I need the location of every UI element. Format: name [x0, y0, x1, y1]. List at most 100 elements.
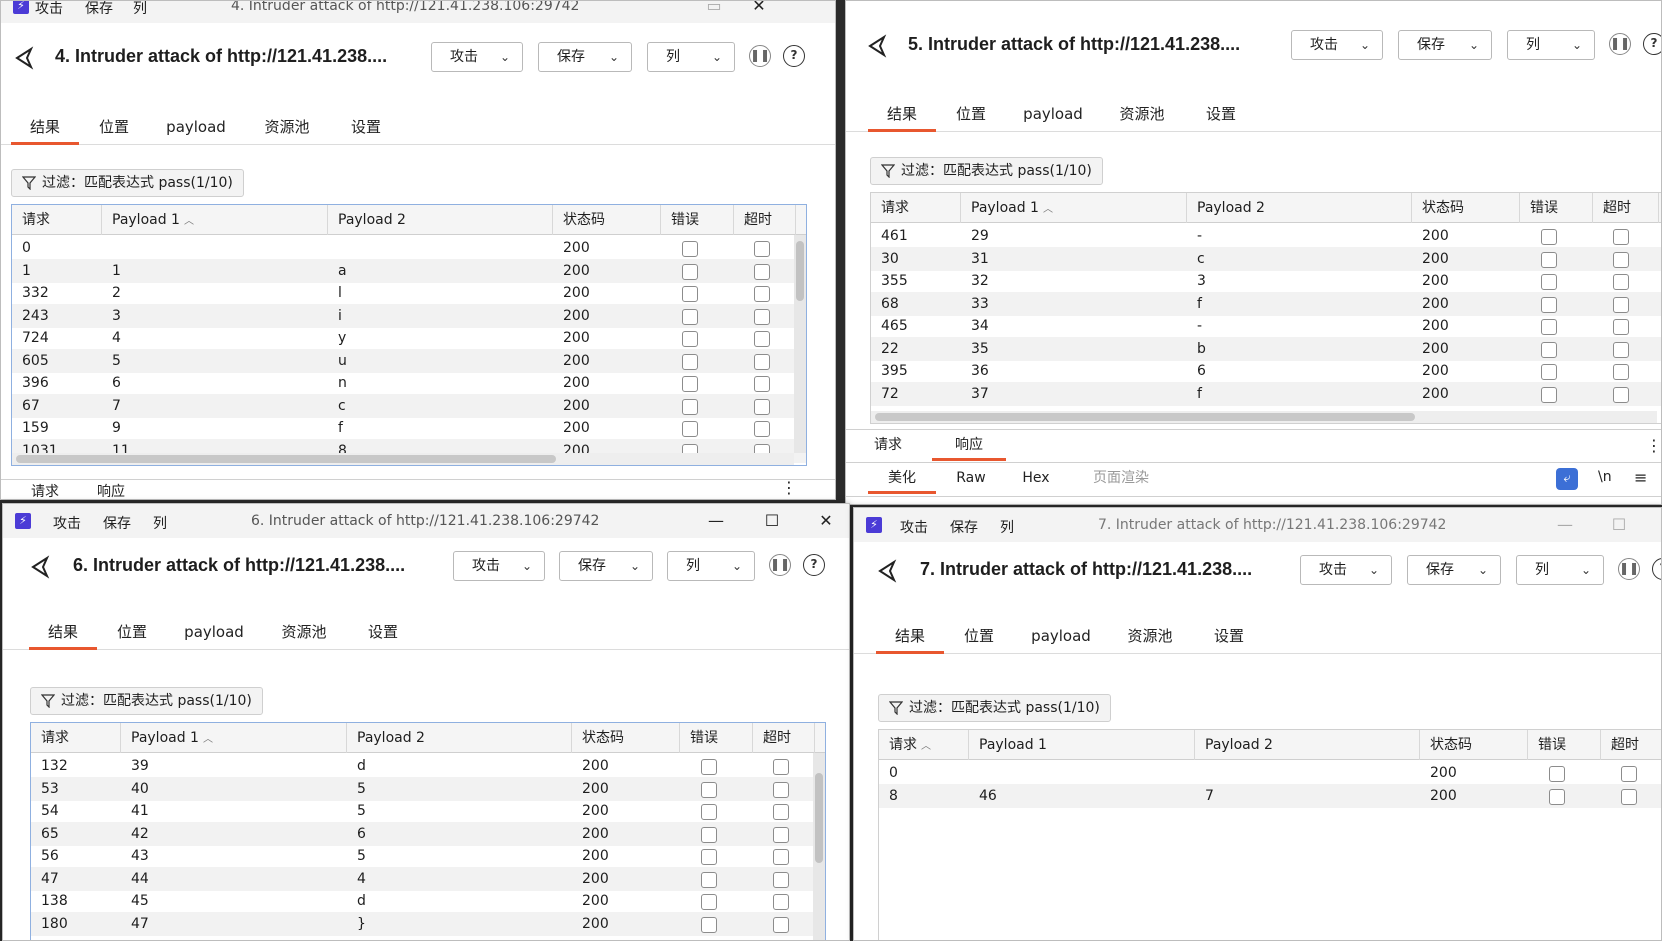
vertical-scrollbar[interactable]: [794, 235, 806, 453]
timeout-checkbox[interactable]: [773, 849, 789, 865]
error-checkbox[interactable]: [701, 916, 717, 933]
error-checkbox[interactable]: [1549, 766, 1565, 782]
timeout-checkbox[interactable]: [754, 241, 770, 257]
timeout-checkbox[interactable]: [754, 286, 770, 302]
error-checkbox[interactable]: [701, 849, 717, 865]
timeout-checkbox[interactable]: [773, 759, 789, 775]
error-checkbox[interactable]: [682, 421, 698, 437]
pause-icon[interactable]: ❚❚: [749, 45, 771, 67]
tab-resource-pool[interactable]: 资源池: [1111, 96, 1173, 132]
horizontal-scrollbar[interactable]: [871, 411, 1657, 423]
tab-resource-pool[interactable]: 资源池: [1119, 618, 1181, 654]
tab-request[interactable]: 请求: [25, 474, 65, 499]
timeout-checkbox[interactable]: [1613, 251, 1629, 268]
pause-icon[interactable]: ❚❚: [1609, 33, 1631, 55]
table-row[interactable]: 605 5 u 200: [12, 348, 806, 373]
table-row[interactable]: 461 29 - 200: [871, 224, 1661, 248]
help-icon[interactable]: ?: [1643, 33, 1661, 55]
timeout-checkbox[interactable]: [754, 263, 770, 280]
column-header[interactable]: 状态码: [553, 205, 661, 235]
more-options-icon[interactable]: ⋮: [1646, 436, 1661, 455]
table-row[interactable]: 68 33 f 200: [871, 291, 1661, 316]
column-header[interactable]: 超时: [753, 723, 815, 753]
tab-response[interactable]: 响应: [932, 430, 1006, 461]
table-row[interactable]: 22 35 b 200: [871, 336, 1661, 361]
table-row[interactable]: 0 200: [12, 236, 806, 260]
menu-save[interactable]: 保存: [85, 1, 113, 18]
column-header[interactable]: 请求: [31, 723, 121, 753]
filter-bar[interactable]: 过滤：匹配表达式 pass(1/10): [870, 157, 1103, 185]
column-header[interactable]: Payload 2: [1195, 730, 1420, 760]
maximize-icon[interactable]: ☐: [1606, 513, 1632, 537]
timeout-checkbox[interactable]: [1613, 364, 1629, 380]
minimize-icon[interactable]: —: [703, 509, 729, 533]
table-row[interactable]: 243 3 i 200: [12, 303, 806, 328]
table-row[interactable]: 138 45 d 200: [31, 889, 825, 913]
timeout-checkbox[interactable]: [754, 398, 770, 415]
tab-raw[interactable]: Raw: [946, 463, 996, 493]
menu-save[interactable]: 保存: [103, 513, 131, 533]
table-row[interactable]: 396 6 n 200: [12, 371, 806, 395]
tab-response[interactable]: 响应: [91, 474, 131, 499]
help-icon[interactable]: ?: [803, 554, 825, 576]
column-header[interactable]: 状态码: [572, 723, 680, 753]
timeout-checkbox[interactable]: [1613, 229, 1629, 245]
timeout-checkbox[interactable]: [773, 894, 789, 910]
tab-render[interactable]: 页面渲染: [1081, 463, 1161, 493]
table-row[interactable]: 180 47} 200: [31, 911, 825, 936]
table-row[interactable]: 65 42 6 200: [31, 821, 825, 846]
menu-columns[interactable]: 列: [1000, 517, 1014, 537]
error-checkbox[interactable]: [682, 308, 698, 325]
pause-icon[interactable]: ❚❚: [769, 554, 791, 576]
save-dropdown[interactable]: 保存 ⌄: [538, 42, 632, 72]
table-row[interactable]: 53 40 5 200: [31, 776, 825, 801]
timeout-checkbox[interactable]: [754, 353, 770, 370]
minimize-icon[interactable]: —: [1552, 513, 1578, 537]
tab-payload[interactable]: payload: [1026, 618, 1096, 654]
table-row[interactable]: 332 2 l 200: [12, 281, 806, 305]
horizontal-scrollbar[interactable]: [12, 453, 794, 465]
table-row[interactable]: 72 37 f 200: [871, 381, 1661, 406]
table-row[interactable]: 30 31 c 200: [871, 246, 1661, 271]
columns-dropdown[interactable]: 列 ⌄: [647, 42, 735, 72]
table-row[interactable]: 8 46 7 200: [879, 783, 1661, 808]
maximize-icon[interactable]: ☐: [759, 509, 785, 533]
save-dropdown[interactable]: 保存 ⌄: [559, 551, 653, 581]
error-checkbox[interactable]: [682, 286, 698, 302]
error-checkbox[interactable]: [701, 759, 717, 775]
error-checkbox[interactable]: [701, 804, 717, 820]
tab-payload[interactable]: payload: [161, 109, 231, 145]
column-header[interactable]: 错误: [1528, 730, 1601, 760]
timeout-checkbox[interactable]: [1613, 341, 1629, 358]
column-header[interactable]: Payload 2: [347, 723, 572, 753]
timeout-checkbox[interactable]: [773, 826, 789, 843]
column-header[interactable]: 错误: [1520, 193, 1593, 223]
help-icon[interactable]: ?: [783, 45, 805, 67]
filter-bar[interactable]: 过滤：匹配表达式 pass(1/10): [30, 687, 263, 715]
filter-bar[interactable]: 过滤：匹配表达式 pass(1/10): [11, 169, 244, 197]
error-checkbox[interactable]: [701, 826, 717, 843]
tab-pretty[interactable]: 美化: [868, 463, 936, 494]
error-checkbox[interactable]: [1541, 229, 1557, 245]
menu-save[interactable]: 保存: [950, 517, 978, 537]
tab-payload[interactable]: payload: [1018, 96, 1088, 132]
table-row[interactable]: 54 41 5 200: [31, 799, 825, 823]
error-checkbox[interactable]: [1541, 364, 1557, 380]
error-checkbox[interactable]: [1541, 251, 1557, 268]
menu-attack[interactable]: 攻击: [900, 517, 928, 537]
minimize-icon[interactable]: ▭: [701, 1, 727, 18]
tab-results[interactable]: 结果: [876, 618, 944, 654]
error-checkbox[interactable]: [682, 398, 698, 415]
save-dropdown[interactable]: 保存 ⌄: [1398, 30, 1492, 60]
tab-positions[interactable]: 位置: [107, 614, 157, 650]
timeout-checkbox[interactable]: [754, 308, 770, 325]
menu-columns[interactable]: 列: [153, 513, 167, 533]
column-header[interactable]: 状态码: [1412, 193, 1520, 223]
error-checkbox[interactable]: [701, 871, 717, 888]
error-checkbox[interactable]: [682, 376, 698, 392]
column-header[interactable]: 超时: [1601, 730, 1661, 760]
menu-attack[interactable]: 攻击: [35, 1, 63, 18]
table-row[interactable]: 395 36 6 200: [871, 359, 1661, 383]
column-header[interactable]: Payload 1 ︿: [121, 723, 347, 753]
timeout-checkbox[interactable]: [1613, 274, 1629, 290]
